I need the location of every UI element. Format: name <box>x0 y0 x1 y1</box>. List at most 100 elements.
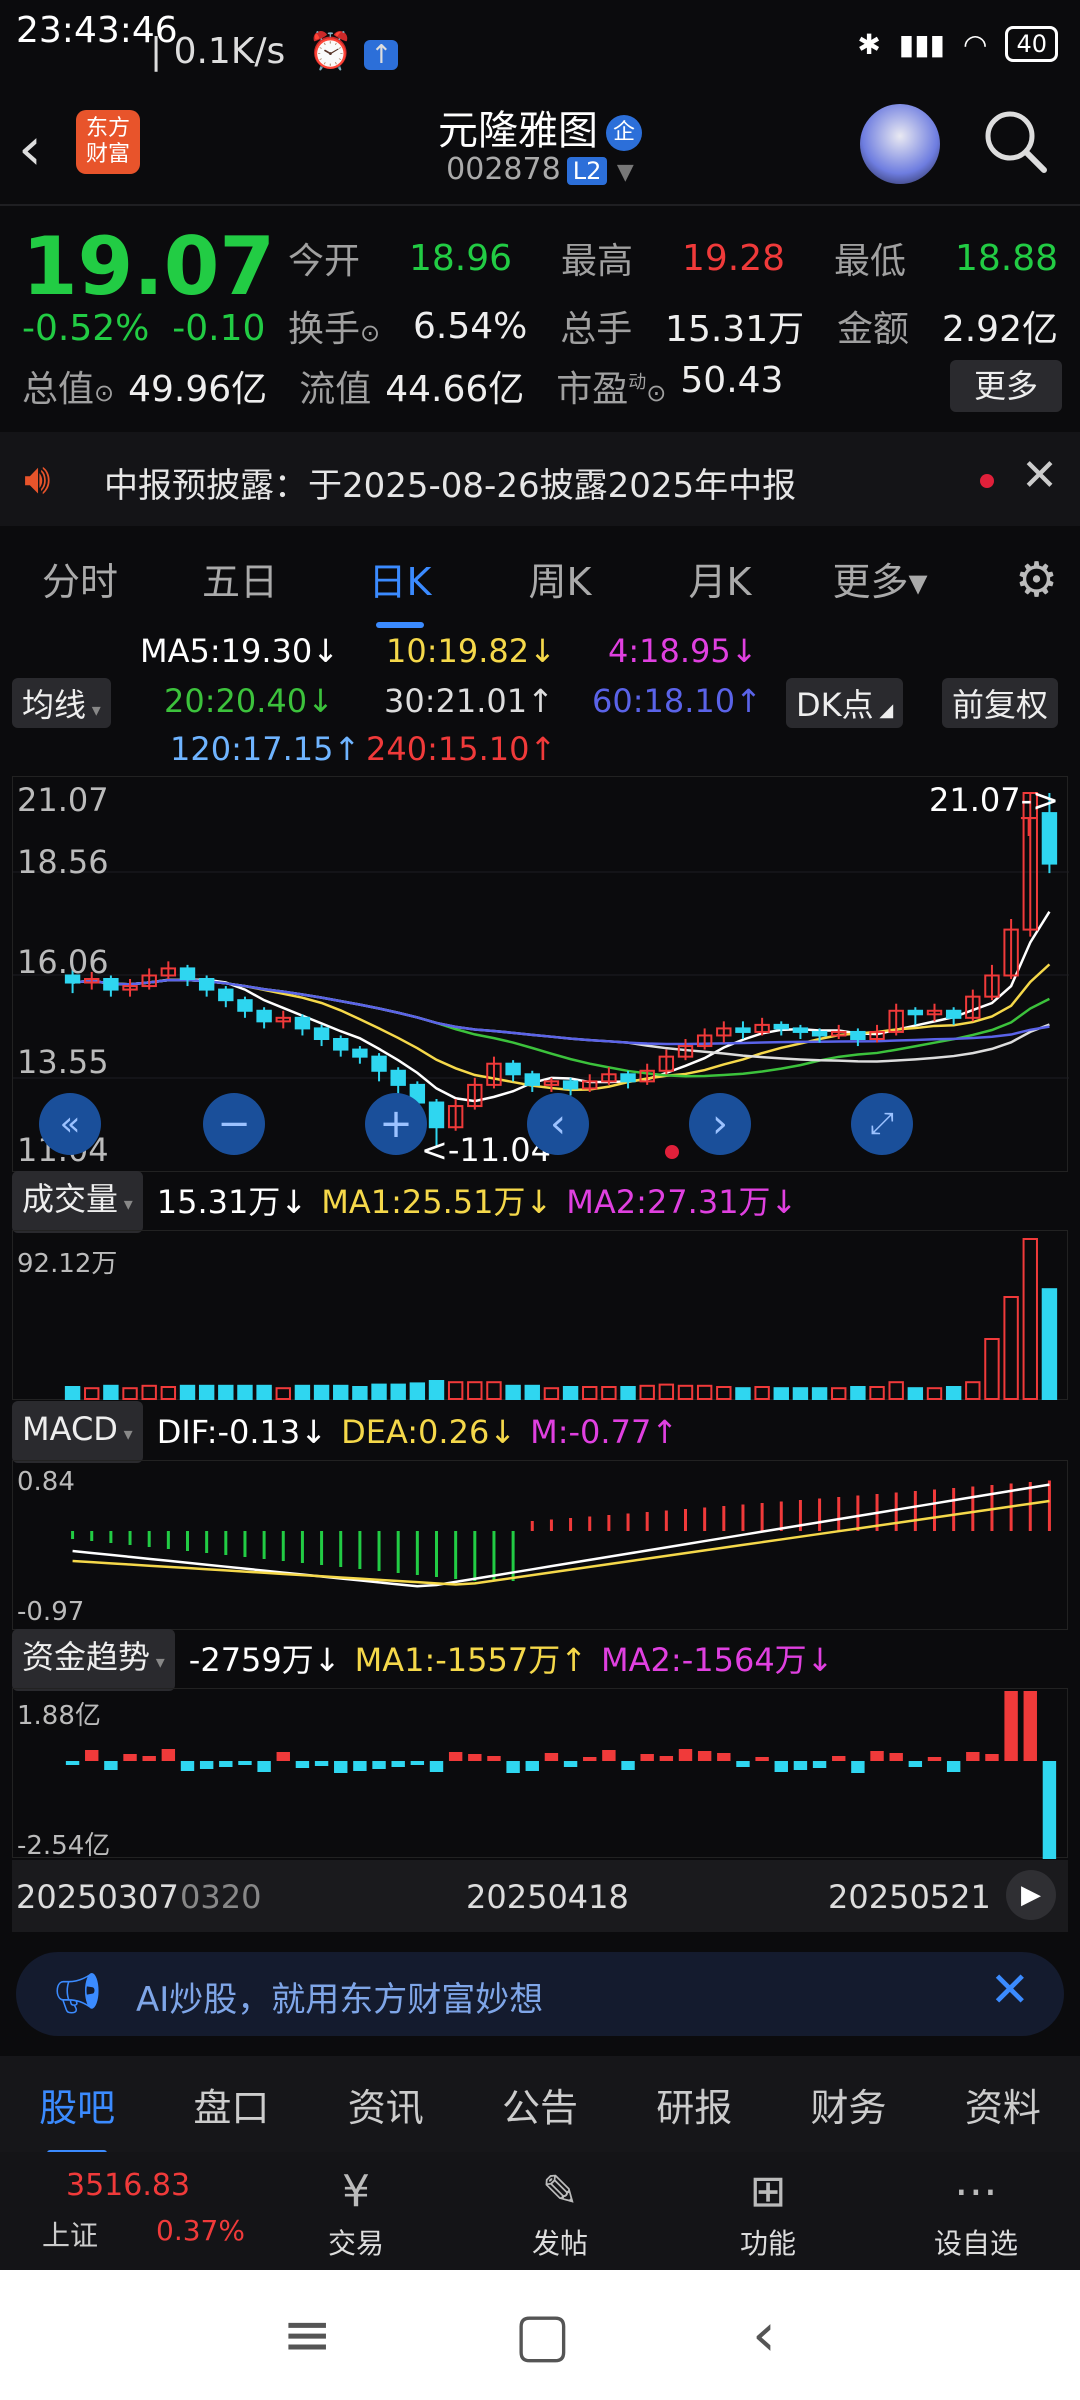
volume-ma2: MA2:27.31万↓ <box>566 1183 798 1221</box>
volume-chart[interactable]: 92.12万 <box>12 1230 1068 1401</box>
macd-selector-button[interactable]: MACD ▾ <box>12 1401 143 1463</box>
macd-svg <box>71 1480 1051 1588</box>
ai-banner[interactable]: 📢︎ AI炒股，就用东方财富妙想 ✕ <box>16 1952 1064 2036</box>
event-dot[interactable] <box>665 1145 679 1159</box>
notice-bar[interactable]: 🔊︎ 中报预披露：于2025-08-26披露2025年中报 ✕ <box>0 432 1080 526</box>
prev-button[interactable]: ‹ <box>527 1093 589 1155</box>
tab-forum[interactable]: 股吧 <box>0 2077 154 2156</box>
assistant-robot-icon[interactable] <box>860 104 940 184</box>
home-icon[interactable]: ▢ <box>514 2300 571 2370</box>
candle-body <box>313 1027 330 1040</box>
volume-bar <box>907 1387 924 1400</box>
fund-bar <box>142 1756 156 1761</box>
settings-gear-icon[interactable]: ⚙ <box>1015 552 1058 608</box>
back-nav-icon[interactable]: ‹ <box>752 2300 776 2370</box>
fund-bar <box>774 1761 788 1772</box>
pe-value: 50.43 <box>680 360 784 401</box>
grid-icon: ⊞ <box>749 2166 787 2217</box>
volume-selector-button[interactable]: 成交量 ▾ <box>12 1171 143 1233</box>
play-icon[interactable]: ▶ <box>1006 1870 1056 1920</box>
volume-bar <box>524 1384 540 1401</box>
fund-bar <box>1042 1761 1057 1861</box>
volume-bar <box>294 1384 311 1401</box>
volume-bar <box>773 1387 789 1400</box>
dk-point-button[interactable]: DK点 ◢ <box>786 678 904 728</box>
tab-weekly-k[interactable]: 周K <box>480 551 640 606</box>
volume-bar <box>850 1386 866 1400</box>
menu-icon[interactable]: ≡ <box>282 2300 332 2370</box>
change-percent: -0.52% <box>22 308 150 349</box>
macd-bar <box>473 1531 477 1581</box>
tab-profile[interactable]: 资料 <box>926 2077 1080 2132</box>
volume-bar <box>735 1387 751 1400</box>
index-value[interactable]: 3516.83 <box>66 2168 190 2203</box>
macd-bar <box>645 1512 649 1531</box>
function-label: 功能 <box>739 2227 796 2260</box>
volume-bar <box>409 1382 426 1400</box>
function-button[interactable]: ⊞ 功能 <box>708 2162 828 2262</box>
date-axis[interactable]: 20250307 0320 20250418 20250521 ▶ <box>12 1860 1068 1932</box>
trade-button[interactable]: ¥ 交易 <box>296 2162 416 2262</box>
turnover-label: 换手⊙ <box>288 309 381 350</box>
post-button[interactable]: ✎ 发帖 <box>500 2162 620 2262</box>
fund-bar <box>65 1761 80 1765</box>
kline-chart[interactable]: 21.07 18.56 16.06 13.55 11.04 21.07-> <-… <box>12 776 1069 1172</box>
close-icon[interactable]: ✕ <box>990 1962 1030 2018</box>
ai-banner-text[interactable]: AI炒股，就用东方财富妙想 <box>136 1972 543 2021</box>
candle-body <box>735 1027 751 1033</box>
pe-label: 市盈动⊙ <box>556 369 667 410</box>
index-percent: 0.37% <box>156 2214 245 2247</box>
zoom-in-button[interactable]: + <box>365 1093 427 1155</box>
fund-bar <box>621 1761 635 1770</box>
macd-bar <box>1047 1480 1051 1531</box>
fund-bar <box>199 1761 214 1769</box>
tab-reports[interactable]: 研报 <box>617 2077 771 2132</box>
fullscreen-icon[interactable]: ⤢ <box>851 1093 913 1155</box>
ma-selector-button[interactable]: 均线 ▾ <box>12 678 111 728</box>
rewind-button[interactable]: « <box>39 1093 101 1155</box>
volume-bar <box>1041 1288 1058 1401</box>
search-icon[interactable] <box>980 106 1050 176</box>
notice-text[interactable]: 中报预披露：于2025-08-26披露2025年中报 <box>104 458 796 507</box>
more-circle-icon: ⋯ <box>954 2166 998 2217</box>
trade-label: 交易 <box>327 2227 384 2260</box>
add-watchlist-button[interactable]: ⋯ 设自选 <box>916 2162 1036 2262</box>
fund-bar <box>161 1749 176 1761</box>
more-quote-button[interactable]: 更多 <box>950 360 1062 412</box>
ma5-value: MA5:19.30↓ <box>140 632 340 670</box>
fund-bar <box>563 1761 578 1767</box>
volume-bar <box>601 1386 617 1400</box>
macd-chart[interactable]: 0.84 -0.97 <box>12 1460 1068 1630</box>
macd-bar <box>377 1531 381 1571</box>
price-tick-4: 13.55 <box>17 1043 109 1081</box>
next-button[interactable]: › <box>689 1093 751 1155</box>
volume-bar <box>562 1386 579 1400</box>
tab-finance[interactable]: 财务 <box>771 2077 925 2132</box>
tab-news[interactable]: 资讯 <box>309 2077 463 2132</box>
tab-announcements[interactable]: 公告 <box>463 2077 617 2132</box>
tab-daily-k[interactable]: 日K <box>320 551 480 628</box>
volume-value: 15.31万↓ <box>156 1183 308 1221</box>
zoom-out-button[interactable]: − <box>203 1093 265 1155</box>
post-label: 发帖 <box>531 2227 588 2260</box>
fund-bar <box>525 1761 539 1771</box>
tab-more[interactable]: 更多▾ <box>800 551 960 606</box>
fund-bar <box>257 1761 271 1772</box>
volume-bar <box>256 1384 272 1401</box>
adjust-button[interactable]: 前复权 <box>942 678 1059 728</box>
close-icon[interactable]: ✕ <box>1021 450 1058 501</box>
tab-five-day[interactable]: 五日 <box>160 551 320 606</box>
price-tick-3: 16.06 <box>17 943 109 981</box>
tab-monthly-k[interactable]: 月K <box>640 551 800 606</box>
tab-intraday[interactable]: 分时 <box>0 551 160 606</box>
fund-selector-button[interactable]: 资金趋势 ▾ <box>12 1629 175 1691</box>
macd-bar <box>281 1531 285 1561</box>
fund-chart[interactable]: 1.88亿 -2.54亿 <box>12 1688 1068 1861</box>
tab-orderbook[interactable]: 盘口 <box>154 2077 308 2132</box>
amount-label: 金额 <box>836 309 909 350</box>
macd-bar <box>818 1498 822 1531</box>
fund-bar <box>104 1761 118 1770</box>
fund-bar <box>544 1753 559 1761</box>
volume-bar <box>1003 1296 1019 1400</box>
valuation-row: 总值⊙ 49.96亿 流值 44.66亿 市盈动⊙ 50.43 <box>22 360 783 412</box>
